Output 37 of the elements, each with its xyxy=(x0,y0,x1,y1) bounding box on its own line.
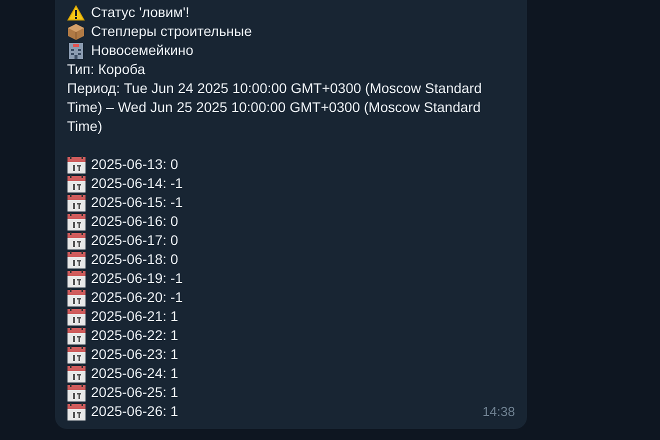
warning-icon xyxy=(67,4,85,20)
daily-count: 2025-06-22: 1 xyxy=(91,326,178,345)
daily-count: 2025-06-16: 0 xyxy=(91,212,178,231)
calendar-icon xyxy=(67,346,86,364)
daily-count: 2025-06-13: 0 xyxy=(91,155,178,174)
daily-count: 2025-06-20: -1 xyxy=(91,288,183,307)
calendar-icon xyxy=(67,402,86,420)
daily-count: 2025-06-26: 1 xyxy=(91,402,178,421)
building-icon xyxy=(67,42,85,60)
calendar-icon xyxy=(67,384,86,402)
daily-count: 2025-06-24: 1 xyxy=(91,364,178,383)
daily-count: 2025-06-15: -1 xyxy=(91,193,183,212)
package-icon xyxy=(67,22,85,40)
calendar-icon xyxy=(67,270,86,288)
daily-count: 2025-06-18: 0 xyxy=(91,250,178,269)
calendar-icon xyxy=(67,288,86,306)
daily-count: 2025-06-21: 1 xyxy=(91,307,178,326)
message-line: Степлеры строительные xyxy=(91,22,252,41)
calendar-icon xyxy=(67,326,86,344)
message-line: Новосемейкино xyxy=(91,41,194,60)
message-line: Период: Tue Jun 24 2025 10:00:00 GMT+0300 (Moscow Standard Time) – Wed Jun 25 2025 10:00:00 GMT+0300 (Moscow Standard Time) xyxy=(67,79,483,136)
daily-count: 2025-06-19: -1 xyxy=(91,269,183,288)
calendar-icon xyxy=(67,232,86,250)
message-line: Статус 'ловим'! xyxy=(91,3,190,22)
daily-count: 2025-06-14: -1 xyxy=(91,174,183,193)
message-time: 14:38 xyxy=(482,403,515,421)
daily-count: 2025-06-23: 1 xyxy=(91,345,178,364)
calendar-icon xyxy=(67,174,86,192)
daily-count: 2025-06-25: 1 xyxy=(91,383,178,402)
calendar-icon xyxy=(67,308,86,326)
calendar-icon xyxy=(67,250,86,268)
calendar-icon xyxy=(67,194,86,212)
message-line: Тип: Короба xyxy=(67,60,146,79)
daily-count: 2025-06-17: 0 xyxy=(91,231,178,250)
calendar-icon xyxy=(67,212,86,230)
calendar-icon xyxy=(67,156,86,174)
calendar-icon xyxy=(67,364,86,382)
